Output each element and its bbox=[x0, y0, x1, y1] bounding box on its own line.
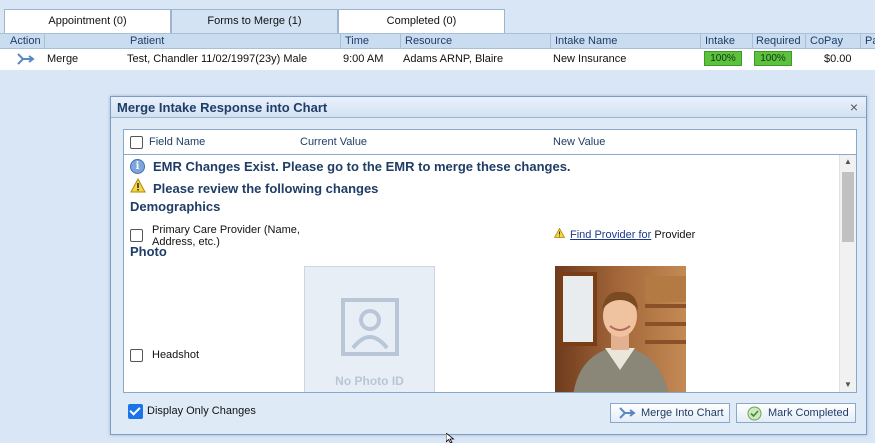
merge-dialog: Merge Intake Response into Chart × Field… bbox=[110, 96, 867, 435]
row-patient: Test, Chandler 11/02/1997(23y) Male bbox=[127, 53, 308, 65]
column-header-intake[interactable]: Intake bbox=[705, 35, 735, 47]
display-only-changes-label[interactable]: Display Only Changes bbox=[147, 405, 256, 417]
new-value-header: New Value bbox=[553, 136, 606, 148]
select-all-checkbox[interactable] bbox=[130, 136, 143, 149]
merge-icon[interactable] bbox=[16, 52, 36, 67]
no-photo-text: No Photo ID bbox=[335, 374, 404, 388]
find-provider-text: Find Provider for Provider bbox=[570, 229, 696, 241]
review-warning-message: Please review the following changes bbox=[153, 181, 379, 196]
column-header-pa[interactable]: Pa bbox=[865, 35, 875, 47]
headshot-checkbox[interactable] bbox=[130, 349, 143, 362]
mark-completed-button[interactable]: Mark Completed bbox=[736, 403, 856, 423]
merge-button-label: Merge Into Chart bbox=[641, 407, 724, 419]
emr-info-message: EMR Changes Exist. Please go to the EMR … bbox=[153, 159, 571, 174]
grid-header: Action Patient Time Resource Intake Name… bbox=[0, 33, 875, 49]
tab-appointment[interactable]: Appointment (0) bbox=[4, 9, 171, 33]
headshot-photo bbox=[555, 266, 686, 392]
vertical-scrollbar[interactable]: ▲ ▼ bbox=[839, 155, 856, 392]
field-name-header: Field Name bbox=[149, 136, 206, 148]
row-intake-name: New Insurance bbox=[553, 53, 627, 65]
row-copay: $0.00 bbox=[824, 53, 852, 65]
column-header-required[interactable]: Required bbox=[756, 35, 801, 47]
column-header-copay[interactable]: CoPay bbox=[810, 35, 843, 47]
no-photo-placeholder: No Photo ID bbox=[304, 266, 435, 392]
row-resource: Adams ARNP, Blaire bbox=[403, 53, 504, 65]
table-row[interactable]: Merge Test, Chandler 11/02/1997(23y) Mal… bbox=[0, 49, 875, 70]
scroll-up-icon[interactable]: ▲ bbox=[840, 155, 856, 169]
tab-completed[interactable]: Completed (0) bbox=[338, 9, 505, 33]
dialog-title: Merge Intake Response into Chart bbox=[111, 97, 866, 118]
column-header-resource[interactable]: Resource bbox=[405, 35, 452, 47]
person-icon bbox=[341, 298, 399, 356]
headshot-label: Headshot bbox=[152, 349, 200, 361]
section-photo: Photo bbox=[130, 244, 167, 259]
info-icon: i bbox=[130, 159, 145, 174]
display-only-changes-checkbox[interactable] bbox=[128, 404, 143, 419]
scroll-down-icon[interactable]: ▼ bbox=[840, 378, 856, 392]
section-demographics: Demographics bbox=[130, 199, 221, 214]
changes-content: i EMR Changes Exist. Please go to the EM… bbox=[124, 155, 840, 392]
changes-header: Field Name Current Value New Value bbox=[124, 130, 856, 155]
row-action[interactable]: Merge bbox=[47, 53, 78, 65]
row-time: 9:00 AM bbox=[343, 53, 384, 65]
column-header-patient[interactable]: Patient bbox=[130, 35, 164, 47]
merge-icon bbox=[619, 407, 636, 419]
column-header-action[interactable]: Action bbox=[10, 35, 41, 47]
check-circle-icon bbox=[747, 406, 762, 421]
merge-into-chart-button[interactable]: Merge Into Chart bbox=[610, 403, 730, 423]
current-value-header: Current Value bbox=[300, 136, 368, 148]
find-provider-link[interactable]: Find Provider for bbox=[570, 229, 651, 241]
warning-icon bbox=[130, 178, 146, 193]
mark-completed-label: Mark Completed bbox=[768, 407, 849, 419]
intake-progress-badge: 100% bbox=[704, 51, 742, 66]
primary-care-label: Primary Care Provider (Name, Address, et… bbox=[152, 224, 300, 248]
changes-panel: Field Name Current Value New Value i EMR… bbox=[123, 129, 857, 393]
warning-icon bbox=[554, 228, 565, 238]
mouse-cursor-icon bbox=[446, 433, 455, 443]
close-icon[interactable]: × bbox=[848, 100, 860, 114]
scrollbar-thumb[interactable] bbox=[842, 172, 854, 242]
tab-forms-to-merge[interactable]: Forms to Merge (1) bbox=[171, 9, 338, 33]
primary-care-checkbox[interactable] bbox=[130, 229, 143, 242]
required-progress-badge: 100% bbox=[754, 51, 792, 66]
column-header-intake-name[interactable]: Intake Name bbox=[555, 35, 617, 47]
column-header-time[interactable]: Time bbox=[345, 35, 369, 47]
